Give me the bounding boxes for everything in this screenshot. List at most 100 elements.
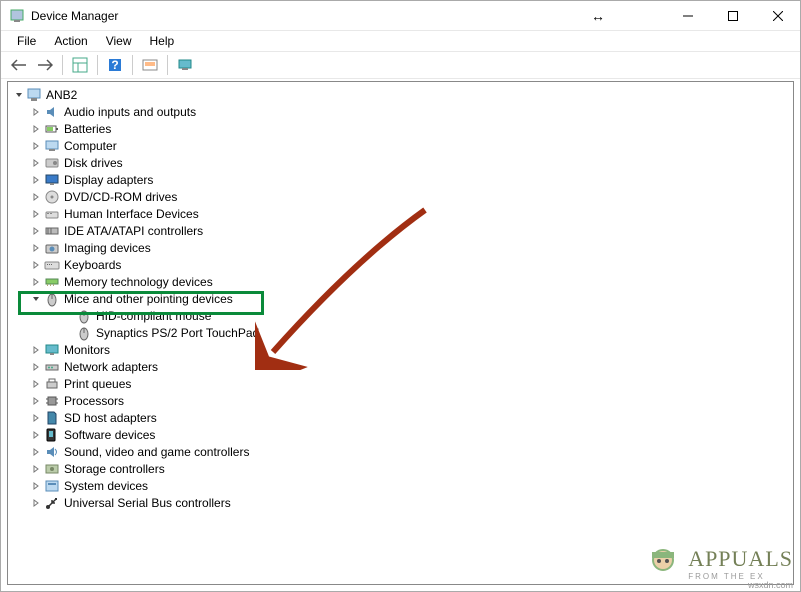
sd-icon — [44, 410, 60, 426]
close-button[interactable] — [755, 1, 800, 30]
tree-item-label: Monitors — [64, 343, 110, 357]
toolbar: ? — [1, 51, 800, 79]
tree-item-software-devices[interactable]: Software devices — [8, 426, 793, 443]
tree-item-storage-controllers[interactable]: Storage controllers — [8, 460, 793, 477]
help-button[interactable]: ? — [103, 53, 127, 77]
tree-item-label: Processors — [64, 394, 124, 408]
tree-item-label: Universal Serial Bus controllers — [64, 496, 231, 510]
mouse-icon — [44, 291, 60, 307]
tree-item-label: SD host adapters — [64, 411, 157, 425]
tree-item-audio-inputs-and-outputs[interactable]: Audio inputs and outputs — [8, 103, 793, 120]
tree-item-label: Keyboards — [64, 258, 121, 272]
tree-item-computer[interactable]: Computer — [8, 137, 793, 154]
battery-icon — [44, 121, 60, 137]
tree-item-label: Computer — [64, 139, 117, 153]
tree-item-root[interactable]: ANB2 — [8, 86, 793, 103]
toolbar-separator — [132, 55, 133, 75]
window-buttons — [665, 1, 800, 30]
menu-help[interactable]: Help — [142, 32, 183, 50]
tree-item-processors[interactable]: Processors — [8, 392, 793, 409]
app-icon — [9, 8, 25, 24]
devices-button[interactable] — [173, 53, 197, 77]
expand-icon[interactable] — [28, 240, 44, 256]
computer-root-icon — [26, 87, 42, 103]
toolbar-separator — [62, 55, 63, 75]
expand-icon[interactable] — [28, 257, 44, 273]
tree-item-synaptics-ps-2-port-touchpad[interactable]: Synaptics PS/2 Port TouchPad — [8, 324, 793, 341]
cpu-icon — [44, 393, 60, 409]
tree-item-ide-ata-atapi-controllers[interactable]: IDE ATA/ATAPI controllers — [8, 222, 793, 239]
expand-icon[interactable] — [28, 461, 44, 477]
tree-item-universal-serial-bus-controllers[interactable]: Universal Serial Bus controllers — [8, 494, 793, 511]
expand-icon[interactable] — [28, 223, 44, 239]
expand-icon[interactable] — [28, 172, 44, 188]
expand-icon[interactable] — [28, 478, 44, 494]
expand-icon[interactable] — [28, 104, 44, 120]
expand-icon[interactable] — [28, 444, 44, 460]
expand-icon[interactable] — [28, 342, 44, 358]
tree-item-sound-video-and-game-controllers[interactable]: Sound, video and game controllers — [8, 443, 793, 460]
expand-icon[interactable] — [28, 393, 44, 409]
expand-icon[interactable] — [28, 138, 44, 154]
tree-item-batteries[interactable]: Batteries — [8, 120, 793, 137]
tree-item-label: Mice and other pointing devices — [64, 292, 233, 306]
back-button[interactable] — [7, 53, 31, 77]
memory-icon — [44, 274, 60, 290]
tree-item-label: Imaging devices — [64, 241, 151, 255]
expand-icon[interactable] — [28, 495, 44, 511]
expand-icon[interactable] — [28, 410, 44, 426]
tree-item-label: Display adapters — [64, 173, 153, 187]
computer-icon — [44, 138, 60, 154]
tree-item-label: Memory technology devices — [64, 275, 213, 289]
collapse-icon[interactable] — [28, 291, 44, 307]
forward-button[interactable] — [33, 53, 57, 77]
collapse-icon[interactable] — [12, 87, 26, 103]
tree-item-memory-technology-devices[interactable]: Memory technology devices — [8, 273, 793, 290]
toggle-placeholder — [60, 308, 76, 324]
tree-item-label: Human Interface Devices — [64, 207, 199, 221]
expand-icon[interactable] — [28, 376, 44, 392]
titlebar: Device Manager ↔ — [1, 1, 800, 31]
menu-action[interactable]: Action — [46, 32, 95, 50]
expand-icon[interactable] — [28, 274, 44, 290]
software-icon — [44, 427, 60, 443]
tree-item-disk-drives[interactable]: Disk drives — [8, 154, 793, 171]
hid-icon — [44, 206, 60, 222]
tree-item-system-devices[interactable]: System devices — [8, 477, 793, 494]
scan-button[interactable] — [138, 53, 162, 77]
display-icon — [44, 172, 60, 188]
menu-view[interactable]: View — [98, 32, 140, 50]
show-hide-button[interactable] — [68, 53, 92, 77]
expand-icon[interactable] — [28, 427, 44, 443]
ide-icon — [44, 223, 60, 239]
tree-item-monitors[interactable]: Monitors — [8, 341, 793, 358]
maximize-button[interactable] — [710, 1, 755, 30]
minimize-button[interactable] — [665, 1, 710, 30]
tree-item-print-queues[interactable]: Print queues — [8, 375, 793, 392]
tree-item-dvd-cd-rom-drives[interactable]: DVD/CD-ROM drives — [8, 188, 793, 205]
expand-icon[interactable] — [28, 155, 44, 171]
expand-icon[interactable] — [28, 189, 44, 205]
tree-item-human-interface-devices[interactable]: Human Interface Devices — [8, 205, 793, 222]
tree-item-network-adapters[interactable]: Network adapters — [8, 358, 793, 375]
network-icon — [44, 359, 60, 375]
disk-icon — [44, 155, 60, 171]
printer-icon — [44, 376, 60, 392]
tree-item-label: Audio inputs and outputs — [64, 105, 196, 119]
menu-file[interactable]: File — [9, 32, 44, 50]
tree-item-label: Disk drives — [64, 156, 123, 170]
expand-icon[interactable] — [28, 359, 44, 375]
tree-item-display-adapters[interactable]: Display adapters — [8, 171, 793, 188]
device-tree-panel[interactable]: ANB2 Audio inputs and outputs Batteries Com… — [7, 81, 794, 585]
tree-item-mice-and-other-pointing-devices[interactable]: Mice and other pointing devices — [8, 290, 793, 307]
mouse-icon — [76, 308, 92, 324]
device-tree: ANB2 Audio inputs and outputs Batteries Com… — [8, 86, 793, 511]
tree-item-label: HID-compliant mouse — [96, 309, 211, 323]
expand-icon[interactable] — [28, 121, 44, 137]
expand-icon[interactable] — [28, 206, 44, 222]
tree-item-hid-compliant-mouse[interactable]: HID-compliant mouse — [8, 307, 793, 324]
tree-item-sd-host-adapters[interactable]: SD host adapters — [8, 409, 793, 426]
tree-item-keyboards[interactable]: Keyboards — [8, 256, 793, 273]
tree-item-label: Batteries — [64, 122, 111, 136]
tree-item-imaging-devices[interactable]: Imaging devices — [8, 239, 793, 256]
